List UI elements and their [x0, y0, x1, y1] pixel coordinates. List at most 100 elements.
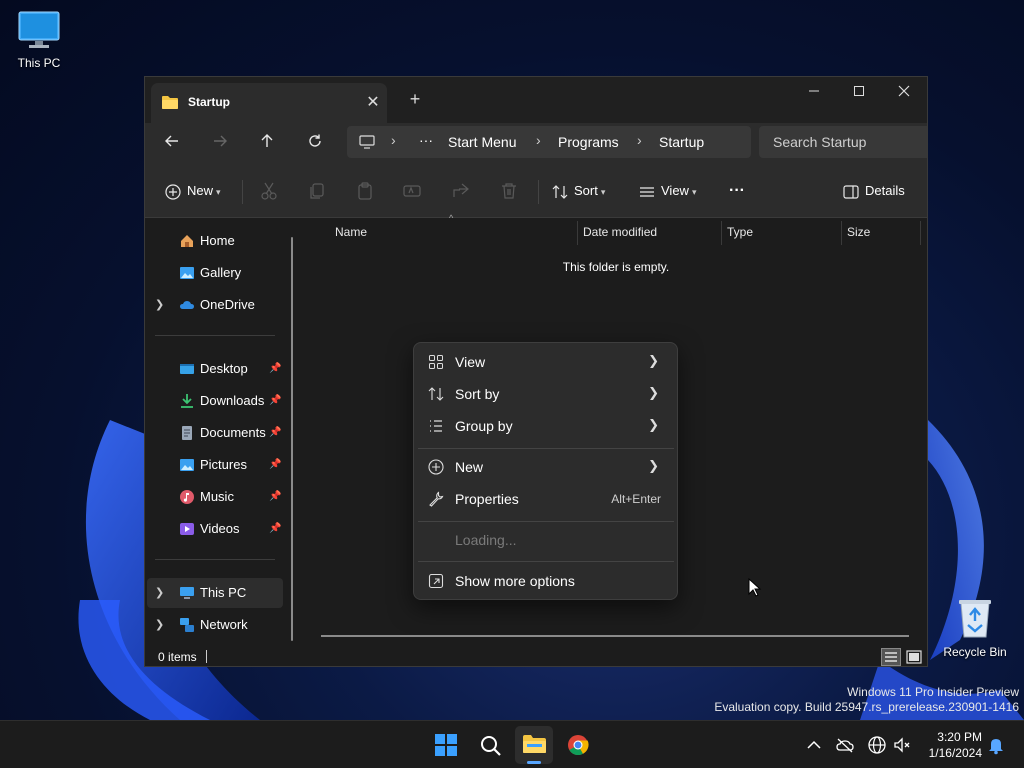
sidebar-item-downloads[interactable]: Downloads 📌 — [147, 386, 283, 416]
sidebar-item-videos[interactable]: Videos 📌 — [147, 514, 283, 544]
more-options-button[interactable]: ··· — [729, 176, 745, 206]
sidebar-item-music[interactable]: Music 📌 — [147, 482, 283, 512]
chevron-down-icon: ▾ — [216, 187, 221, 197]
pin-icon[interactable]: 📌 — [269, 418, 281, 448]
new-button[interactable]: New ▾ — [165, 176, 221, 206]
search-input[interactable]: Search Startup — [773, 134, 866, 150]
column-header-date-modified[interactable]: Date modified — [583, 225, 657, 239]
column-divider[interactable] — [721, 221, 722, 245]
column-header-name[interactable]: Name — [335, 225, 367, 239]
desktop-icon-label: This PC — [17, 56, 61, 70]
menu-item-group-by[interactable]: Group by ❯ — [418, 410, 673, 442]
sidebar-item-network[interactable]: ❯ Network — [147, 610, 283, 640]
close-window-button[interactable] — [881, 77, 927, 107]
menu-item-label: Sort by — [455, 386, 500, 402]
desktop-icon-label: Recycle Bin — [943, 645, 1007, 659]
context-menu: View ❯ Sort by ❯ Group by ❯ New ❯ Proper… — [413, 342, 678, 600]
column-divider[interactable] — [920, 221, 921, 245]
horizontal-scrollbar[interactable] — [321, 635, 909, 637]
cloud-icon — [180, 301, 194, 309]
menu-item-new[interactable]: New ❯ — [418, 451, 673, 483]
sidebar-scrollbar[interactable] — [291, 237, 293, 641]
sidebar-item-home[interactable]: Home — [147, 226, 283, 256]
cut-icon[interactable] — [258, 180, 280, 202]
title-bar[interactable]: Startup ✕ + — [145, 77, 927, 123]
breadcrumb-more[interactable]: ··· — [419, 132, 433, 148]
sort-button[interactable]: Sort ▾ — [552, 176, 605, 206]
column-divider[interactable] — [577, 221, 578, 245]
maximize-button[interactable] — [836, 77, 882, 107]
menu-item-view[interactable]: View ❯ — [418, 346, 673, 378]
search-button[interactable] — [471, 726, 509, 764]
file-explorer-taskbar-button[interactable] — [515, 726, 553, 764]
chevron-right-icon[interactable]: ❯ — [155, 290, 164, 320]
sidebar-item-gallery[interactable]: Gallery — [147, 258, 283, 288]
notification-bell-icon[interactable] — [986, 735, 1006, 755]
search-box[interactable]: Search Startup — [759, 126, 927, 158]
sidebar-item-onedrive[interactable]: ❯ OneDrive — [147, 290, 283, 320]
chevron-right-icon[interactable]: ❯ — [155, 610, 164, 640]
item-count: 0 items — [158, 650, 197, 664]
tab-close-icon[interactable]: ✕ — [363, 92, 383, 112]
breadcrumb-startup[interactable]: Startup — [659, 134, 704, 150]
column-header-size[interactable]: Size — [847, 225, 870, 239]
back-button[interactable] — [157, 129, 187, 159]
breadcrumb-programs[interactable]: Programs — [558, 134, 619, 150]
folder-icon — [162, 96, 178, 109]
sidebar-item-this-pc[interactable]: ❯ This PC — [147, 578, 283, 608]
sidebar-item-label: Music — [200, 489, 234, 504]
details-view-icon[interactable] — [881, 648, 901, 666]
maximize-icon — [854, 86, 864, 96]
copy-icon[interactable] — [306, 180, 328, 202]
chevron-right-icon[interactable]: ❯ — [155, 578, 164, 608]
desktop-icon-recycle-bin[interactable]: Recycle Bin — [937, 597, 1013, 659]
share-icon[interactable] — [450, 180, 472, 202]
desktop-icon-this-pc[interactable]: This PC — [1, 10, 77, 70]
close-icon — [898, 85, 910, 97]
chrome-taskbar-button[interactable] — [559, 726, 597, 764]
pin-icon[interactable]: 📌 — [269, 514, 281, 544]
column-divider[interactable] — [841, 221, 842, 245]
sort-caret-icon: ^ — [449, 213, 454, 223]
view-button[interactable]: View ▾ — [639, 176, 696, 206]
paste-icon[interactable] — [354, 180, 376, 202]
pin-icon[interactable]: 📌 — [269, 386, 281, 416]
pin-icon[interactable]: 📌 — [269, 354, 281, 384]
plus-circle-icon — [165, 183, 181, 200]
pin-icon[interactable]: 📌 — [269, 482, 281, 512]
breadcrumb[interactable]: › ··· Start Menu › Programs › Startup — [347, 126, 751, 158]
refresh-icon — [309, 134, 321, 147]
globe-icon[interactable] — [867, 735, 887, 755]
sidebar-item-pictures[interactable]: Pictures 📌 — [147, 450, 283, 480]
minimize-button[interactable] — [791, 77, 837, 107]
volume-muted-icon[interactable] — [892, 735, 912, 755]
sidebar-item-documents[interactable]: Documents 📌 — [147, 418, 283, 448]
breadcrumb-start-menu[interactable]: Start Menu — [448, 134, 516, 150]
delete-icon[interactable] — [498, 180, 520, 202]
up-button[interactable] — [252, 129, 282, 159]
rename-icon[interactable] — [401, 180, 423, 202]
mouse-cursor-icon — [748, 578, 762, 597]
details-pane-button[interactable]: Details — [843, 176, 905, 206]
tab-startup[interactable]: Startup ✕ — [151, 83, 387, 123]
menu-item-show-more-options[interactable]: Show more options — [418, 565, 673, 597]
column-header-type[interactable]: Type — [727, 225, 753, 239]
menu-item-sort-by[interactable]: Sort by ❯ — [418, 378, 673, 410]
tab-title: Startup — [188, 95, 230, 109]
group-list-icon — [430, 420, 442, 432]
chevron-right-icon: ❯ — [648, 417, 659, 432]
start-button[interactable] — [427, 726, 465, 764]
onedrive-offline-icon[interactable] — [835, 735, 855, 755]
chevron-up-icon[interactable] — [804, 735, 824, 755]
menu-item-properties[interactable]: Properties Alt+Enter — [418, 483, 673, 515]
clock[interactable]: 3:20 PM 1/16/2024 — [918, 729, 982, 761]
new-tab-icon[interactable]: + — [405, 89, 425, 109]
pin-icon[interactable]: 📌 — [269, 450, 281, 480]
toolbar-divider — [242, 180, 243, 204]
sidebar-item-desktop[interactable]: Desktop 📌 — [147, 354, 283, 384]
pictures-icon — [180, 459, 194, 471]
refresh-button[interactable] — [300, 129, 330, 159]
command-bar: New ▾ Sort ▾ View ▾ ··· Details — [145, 164, 927, 218]
forward-button[interactable] — [205, 129, 235, 159]
tiles-view-icon[interactable] — [904, 648, 924, 666]
